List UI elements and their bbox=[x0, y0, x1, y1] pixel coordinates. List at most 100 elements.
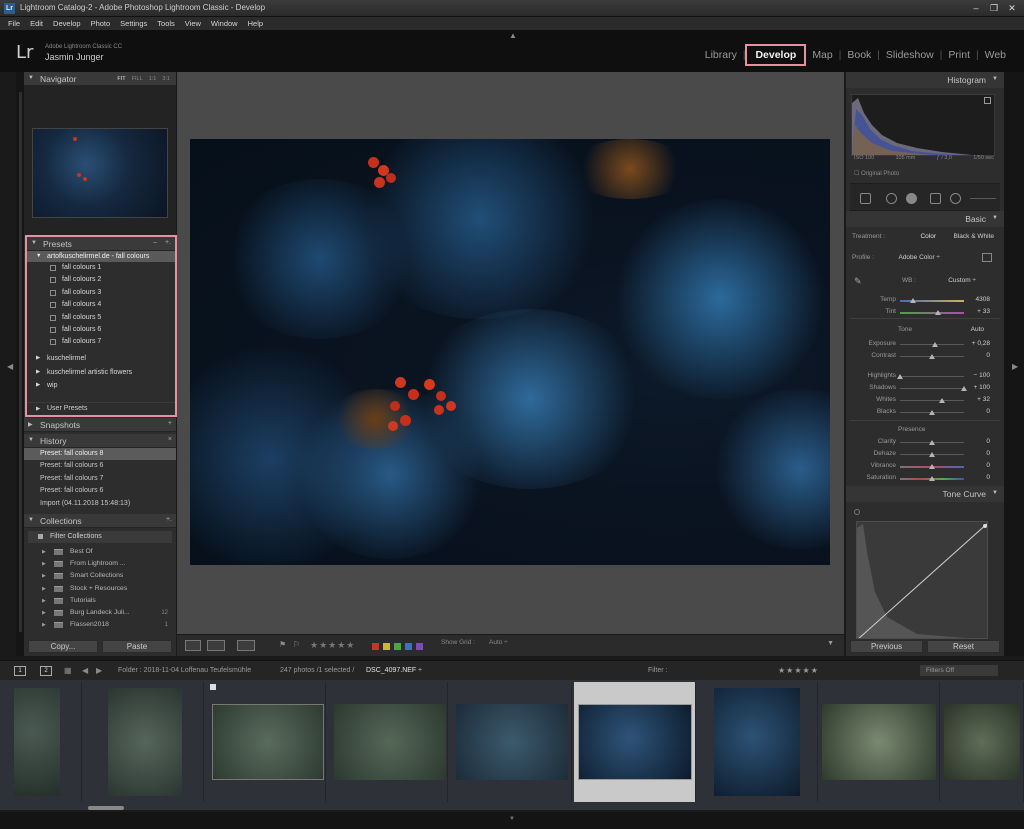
collection-set[interactable]: ▶ Smart Collections bbox=[24, 570, 176, 582]
history-step[interactable]: Preset: fall colours 6 bbox=[24, 485, 176, 497]
red-eye-tool-icon[interactable] bbox=[906, 193, 917, 204]
preset-item[interactable]: fall colours 6 bbox=[27, 324, 175, 336]
collections-header[interactable]: ▼ Collections +. bbox=[24, 514, 176, 528]
back-arrow-icon[interactable]: ◀ bbox=[82, 666, 88, 675]
preset-item[interactable]: fall colours 2 bbox=[27, 274, 175, 286]
slider-value[interactable]: − 100 bbox=[962, 372, 990, 379]
collection[interactable]: ▶ Flassen2018 1 bbox=[24, 619, 176, 631]
clear-history-button[interactable]: × bbox=[168, 436, 172, 443]
pick-flag-icon[interactable] bbox=[210, 684, 216, 690]
slider-knob[interactable] bbox=[935, 310, 942, 315]
radial-filter-icon[interactable] bbox=[950, 193, 961, 204]
filmstrip-cell[interactable] bbox=[82, 682, 204, 802]
filmstrip-cell[interactable] bbox=[0, 682, 82, 802]
module-map[interactable]: Map bbox=[806, 49, 838, 61]
filmstrip-cell-selected[interactable]: 2 bbox=[574, 682, 696, 802]
slider-knob[interactable] bbox=[929, 476, 935, 481]
filmstrip-cell[interactable] bbox=[696, 682, 818, 802]
preset-folder[interactable]: ▶ wip bbox=[27, 380, 175, 391]
filmstrip-thumbnail[interactable] bbox=[212, 704, 324, 780]
right-panel-toggle-icon[interactable]: ▶ bbox=[1012, 362, 1018, 371]
filmstrip-cell[interactable] bbox=[818, 682, 940, 802]
show-grid-select[interactable]: Auto ÷ bbox=[489, 639, 508, 646]
snapshots-header[interactable]: ▶ Snapshots + bbox=[24, 418, 176, 432]
reject-flag-icon[interactable]: ⚐ bbox=[293, 640, 300, 649]
menu-edit[interactable]: Edit bbox=[30, 19, 43, 28]
zoom-fit[interactable]: FIT bbox=[117, 76, 125, 82]
slider-value[interactable]: + 100 bbox=[962, 384, 990, 391]
module-library[interactable]: Library bbox=[699, 49, 743, 61]
slider-knob[interactable] bbox=[897, 374, 903, 379]
menu-file[interactable]: File bbox=[8, 19, 20, 28]
history-step[interactable]: Preset: fall colours 7 bbox=[24, 473, 176, 485]
filmstrip-cell[interactable] bbox=[326, 682, 448, 802]
filmstrip-scrollbar[interactable] bbox=[88, 806, 124, 810]
forward-arrow-icon[interactable]: ▶ bbox=[96, 666, 102, 675]
filmstrip-thumbnail[interactable] bbox=[14, 688, 60, 796]
profile-select[interactable]: Adobe Color ÷ bbox=[884, 254, 940, 261]
history-step[interactable]: Preset: fall colours 6 bbox=[24, 460, 176, 472]
module-web[interactable]: Web bbox=[979, 49, 1012, 61]
targeted-adjustment-icon[interactable] bbox=[854, 509, 860, 515]
filmstrip-thumbnail[interactable] bbox=[714, 688, 800, 796]
preset-folder-open[interactable]: ▼ artofkuschelirmel.de - fall colours bbox=[27, 251, 175, 262]
paste-button[interactable]: Paste bbox=[102, 640, 172, 653]
before-after-view-icon[interactable] bbox=[207, 640, 225, 651]
slider-value[interactable]: 0 bbox=[962, 352, 990, 359]
filmstrip-thumbnail[interactable] bbox=[334, 704, 446, 780]
preset-item[interactable]: fall colours 7 bbox=[27, 336, 175, 348]
main-photo[interactable] bbox=[190, 139, 830, 565]
minimize-button[interactable]: – bbox=[968, 2, 984, 14]
toolbar-menu-chevron-icon[interactable]: ▼ bbox=[827, 640, 834, 647]
highlight-clipping-icon[interactable] bbox=[984, 97, 991, 104]
zoom-3-1[interactable]: 3:1 bbox=[162, 76, 170, 82]
secondary-window-button[interactable]: 2 bbox=[40, 666, 52, 676]
tone-curve-graph[interactable] bbox=[856, 521, 988, 639]
slider-knob[interactable] bbox=[929, 354, 935, 359]
slider-value[interactable]: 0 bbox=[962, 408, 990, 415]
presets-header[interactable]: ▼ Presets – +. bbox=[27, 237, 175, 251]
add-preset-button[interactable]: +. bbox=[165, 239, 171, 246]
tone-curve-header[interactable]: Tone Curve ▼ bbox=[846, 486, 1004, 502]
histogram-header[interactable]: Histogram ▼ bbox=[846, 72, 1004, 88]
top-panel-toggle-icon[interactable]: ▲ bbox=[509, 31, 517, 40]
preset-folder[interactable]: ▶ kuschelirmel artistic flowers bbox=[27, 367, 175, 378]
color-label-purple[interactable] bbox=[416, 643, 423, 650]
slider-track[interactable] bbox=[900, 400, 964, 401]
slider-value[interactable]: 0 bbox=[962, 438, 990, 445]
filter-preset-select[interactable]: Filters Off bbox=[920, 665, 998, 676]
filter-collections-input[interactable]: Filter Collections bbox=[28, 531, 172, 543]
color-label-blue[interactable] bbox=[405, 643, 412, 650]
tone-auto-button[interactable]: Auto bbox=[962, 326, 984, 333]
slider-value[interactable]: + 32 bbox=[962, 396, 990, 403]
crop-tool-icon[interactable] bbox=[860, 193, 871, 204]
collection-set[interactable]: ▶ Tutorials bbox=[24, 595, 176, 607]
add-snapshot-button[interactable]: + bbox=[168, 420, 172, 427]
color-label-green[interactable] bbox=[394, 643, 401, 650]
filmstrip-thumbnail[interactable] bbox=[108, 688, 182, 796]
left-panel-toggle-icon[interactable]: ◀ bbox=[7, 362, 13, 371]
menu-view[interactable]: View bbox=[185, 19, 201, 28]
slider-knob[interactable] bbox=[929, 440, 935, 445]
slider-knob[interactable] bbox=[939, 398, 946, 403]
flag-icon[interactable]: ⚑ bbox=[279, 640, 286, 649]
zoom-fill[interactable]: FILL bbox=[132, 76, 143, 82]
filmstrip-thumbnail[interactable] bbox=[944, 704, 1020, 780]
menu-window[interactable]: Window bbox=[211, 19, 238, 28]
slider-track[interactable] bbox=[900, 312, 964, 314]
navigator-header[interactable]: ▼ Navigator FIT FILL 1:1 3:1 bbox=[24, 72, 176, 86]
preset-item[interactable]: fall colours 4 bbox=[27, 299, 175, 311]
left-panel-scrollbar[interactable] bbox=[19, 92, 22, 632]
adjustment-brush-slider[interactable] bbox=[970, 198, 996, 199]
navigator-preview[interactable] bbox=[32, 128, 168, 218]
spot-removal-tool-icon[interactable] bbox=[886, 193, 897, 204]
history-step[interactable]: Import (04.11.2018 15:48:13) bbox=[24, 498, 176, 510]
menu-settings[interactable]: Settings bbox=[120, 19, 147, 28]
slider-knob[interactable] bbox=[909, 298, 916, 303]
grid-view-icon[interactable]: ▦ bbox=[64, 666, 72, 675]
color-label-red[interactable] bbox=[372, 643, 379, 650]
profile-browser-icon[interactable] bbox=[982, 253, 992, 262]
zoom-1-1[interactable]: 1:1 bbox=[149, 76, 157, 82]
color-label-yellow[interactable] bbox=[383, 643, 390, 650]
slider-knob[interactable] bbox=[929, 410, 935, 415]
